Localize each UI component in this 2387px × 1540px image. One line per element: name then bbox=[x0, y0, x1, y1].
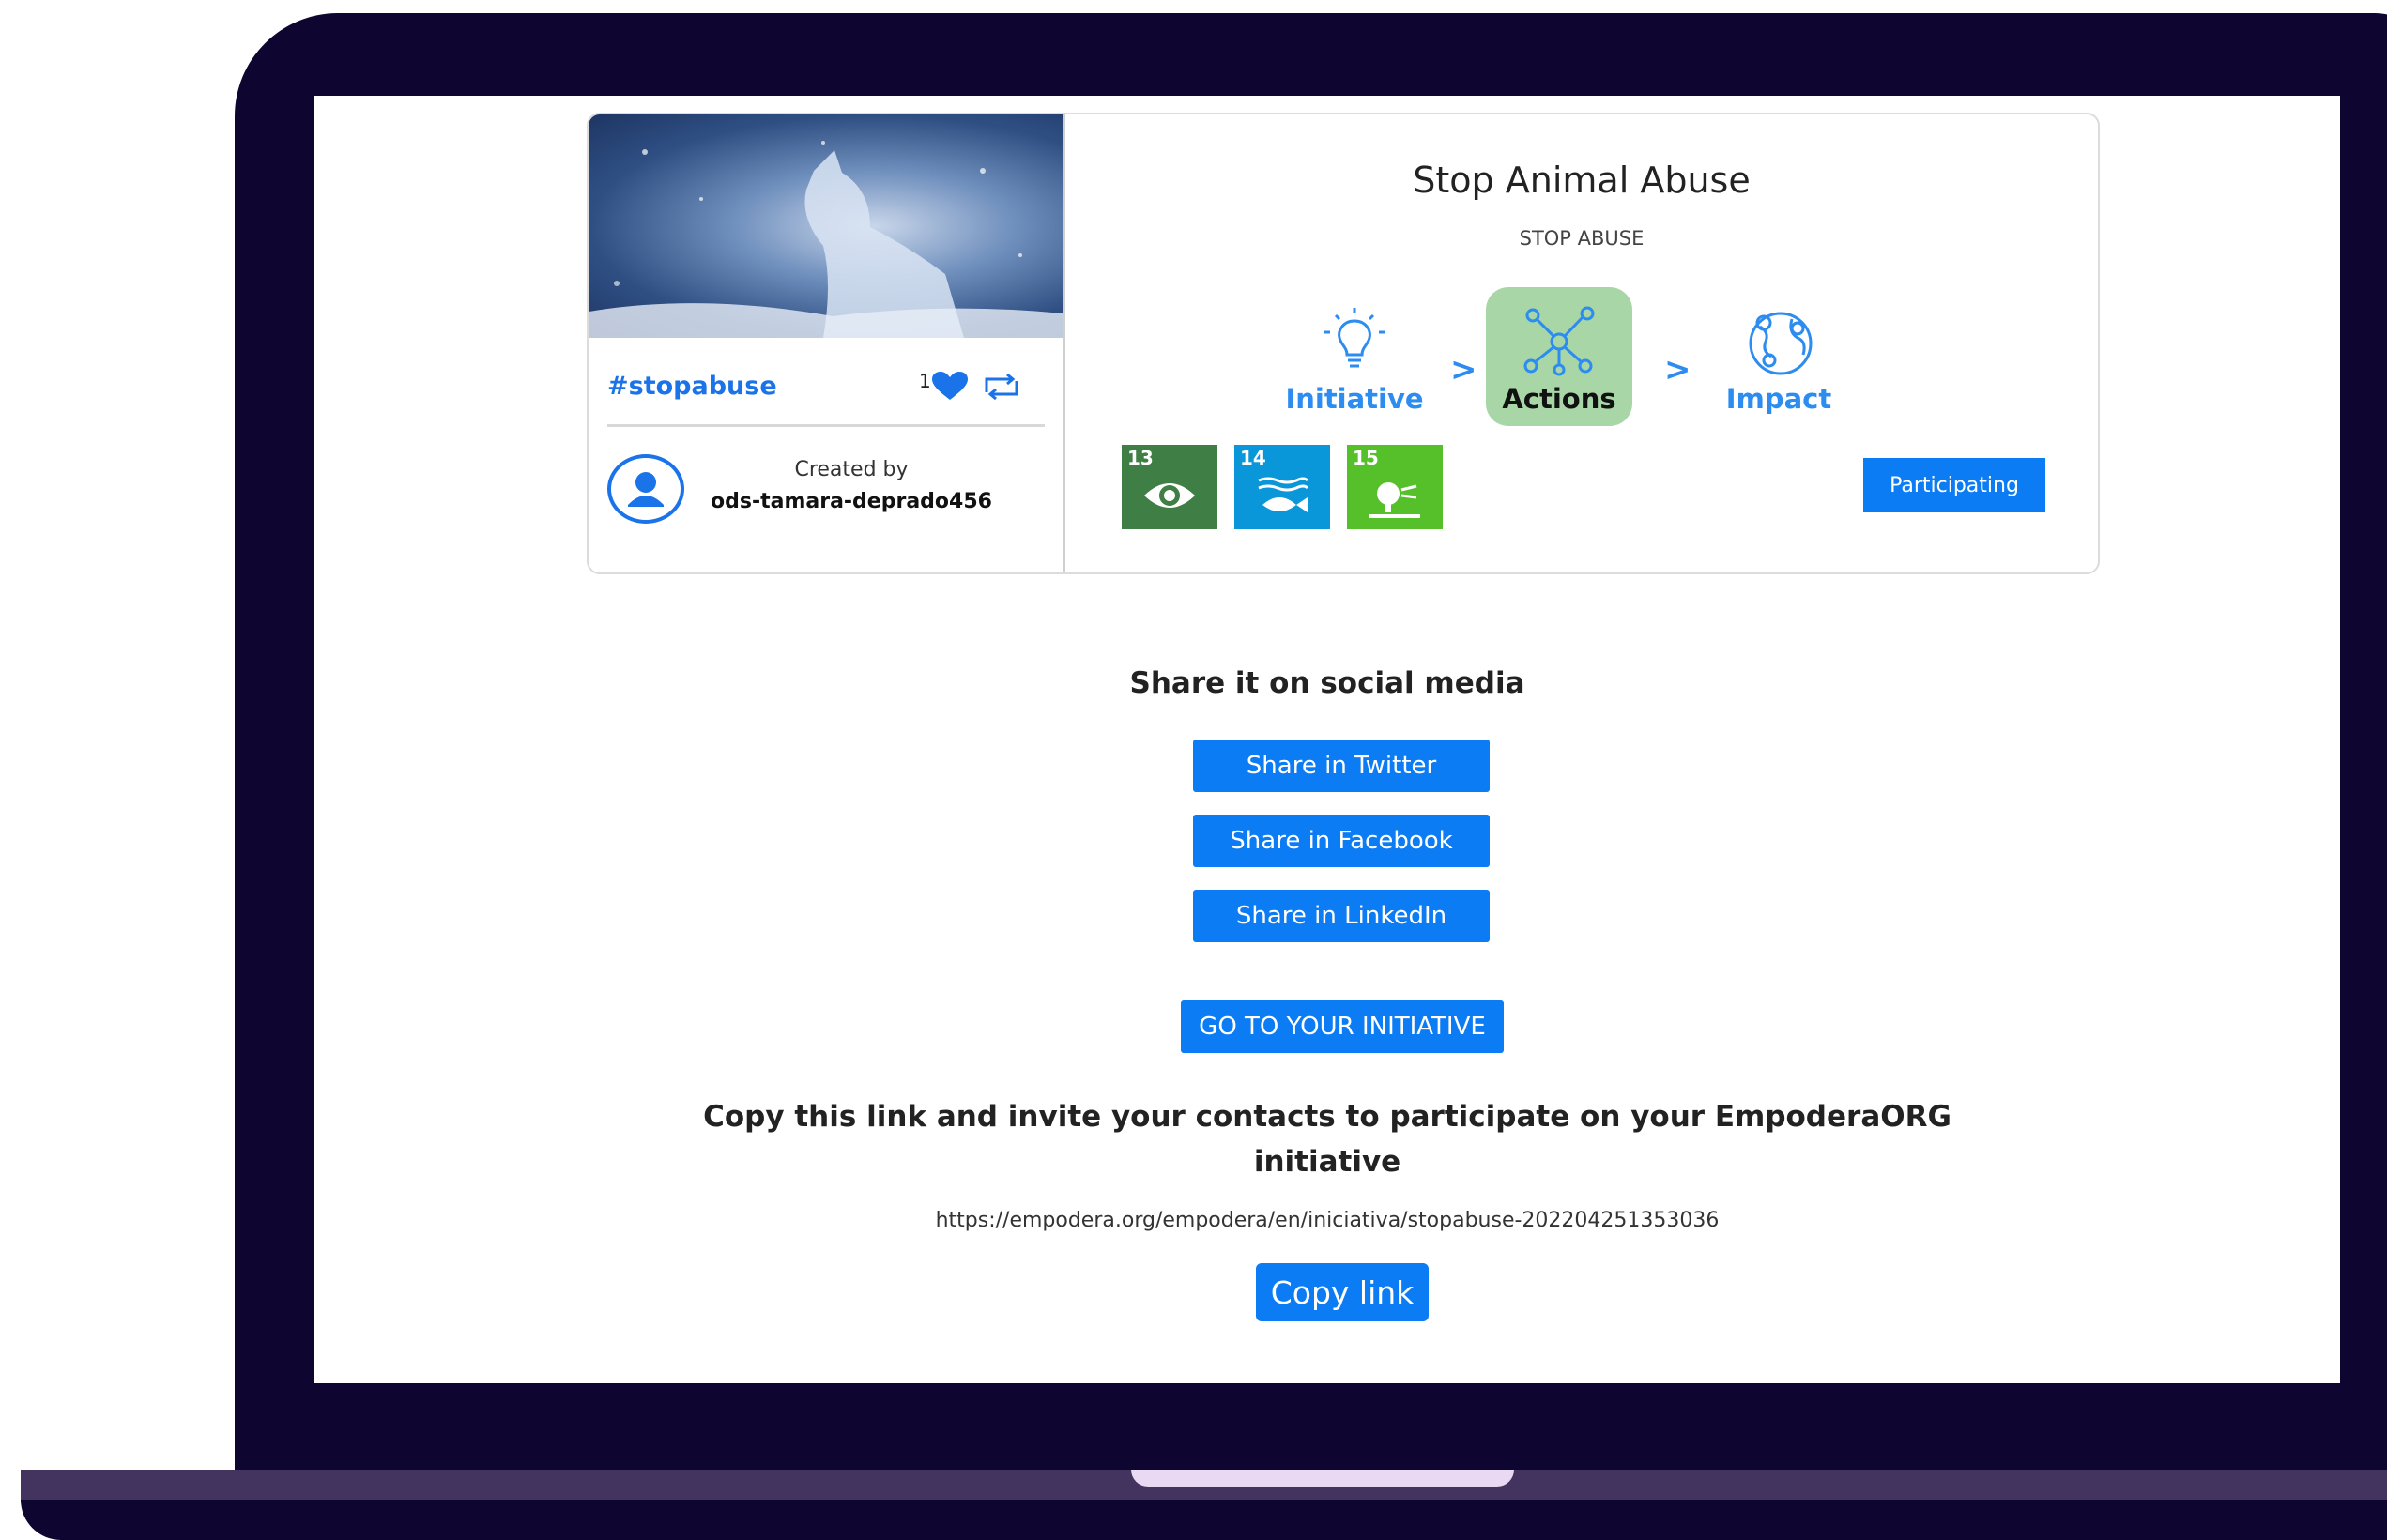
stage-impact-label: Impact bbox=[1725, 383, 1832, 415]
go-to-initiative-button[interactable]: GO TO YOUR INITIATIVE bbox=[1181, 1000, 1504, 1053]
share-heading: Share it on social media bbox=[1129, 666, 1525, 700]
share-facebook-button[interactable]: Share in Facebook bbox=[1193, 815, 1490, 867]
stage-impact[interactable]: Impact bbox=[1706, 287, 1852, 426]
laptop-screen: #stopabuse 1 Created by ods-tamara-depra… bbox=[314, 96, 2340, 1383]
card-hashtag[interactable]: #stopabuse bbox=[607, 372, 777, 401]
copy-link-button[interactable]: Copy link bbox=[1256, 1263, 1429, 1321]
participating-button[interactable]: Participating bbox=[1863, 458, 2045, 512]
network-icon bbox=[1523, 306, 1595, 376]
laptop-notch bbox=[1131, 1470, 1514, 1487]
sdg-number: 14 bbox=[1240, 447, 1266, 469]
card-divider bbox=[607, 424, 1045, 427]
stage-separator: > bbox=[1664, 351, 1691, 389]
fish-icon bbox=[1258, 477, 1309, 512]
invite-text: Copy this link and invite your contacts … bbox=[703, 1100, 1951, 1179]
stage-separator: > bbox=[1450, 351, 1477, 389]
sdg-14-badge[interactable]: 14 bbox=[1234, 445, 1330, 529]
retweet-icon[interactable] bbox=[983, 374, 1020, 400]
eye-globe-icon bbox=[1144, 483, 1195, 508]
wolf-photo bbox=[589, 114, 1063, 338]
globe-icon bbox=[1749, 312, 1813, 375]
share-twitter-button[interactable]: Share in Twitter bbox=[1193, 740, 1490, 792]
sdg-15-badge[interactable]: 15 bbox=[1347, 445, 1443, 529]
heart-icon[interactable] bbox=[932, 372, 968, 402]
lightbulb-icon bbox=[1324, 308, 1385, 368]
card-left-panel: #stopabuse 1 Created by ods-tamara-depra… bbox=[589, 114, 1065, 572]
initiative-card: #stopabuse 1 Created by ods-tamara-depra… bbox=[587, 113, 2100, 574]
like-count: 1 bbox=[919, 370, 931, 392]
tree-icon bbox=[1369, 482, 1420, 518]
initiative-title: Stop Animal Abuse bbox=[1413, 160, 1751, 201]
stage-actions-label: Actions bbox=[1502, 383, 1616, 415]
creator-name[interactable]: ods-tamara-deprado456 bbox=[701, 490, 1002, 513]
sdg-13-badge[interactable]: 13 bbox=[1122, 445, 1217, 529]
stage-initiative-label: Initiative bbox=[1285, 383, 1424, 415]
stage-actions[interactable]: Actions bbox=[1486, 287, 1632, 426]
created-by-label: Created by bbox=[794, 458, 909, 481]
avatar[interactable] bbox=[607, 454, 684, 524]
sdg-number: 15 bbox=[1353, 447, 1379, 469]
sdg-number: 13 bbox=[1127, 447, 1154, 469]
initiative-link[interactable]: https://empodera.org/empodera/en/iniciat… bbox=[314, 1209, 2340, 1232]
stage-initiative[interactable]: Initiative bbox=[1281, 287, 1428, 426]
initiative-subtitle: STOP ABUSE bbox=[1519, 227, 1645, 250]
laptop-bottom bbox=[21, 1500, 2387, 1540]
share-linkedin-button[interactable]: Share in LinkedIn bbox=[1193, 890, 1490, 942]
